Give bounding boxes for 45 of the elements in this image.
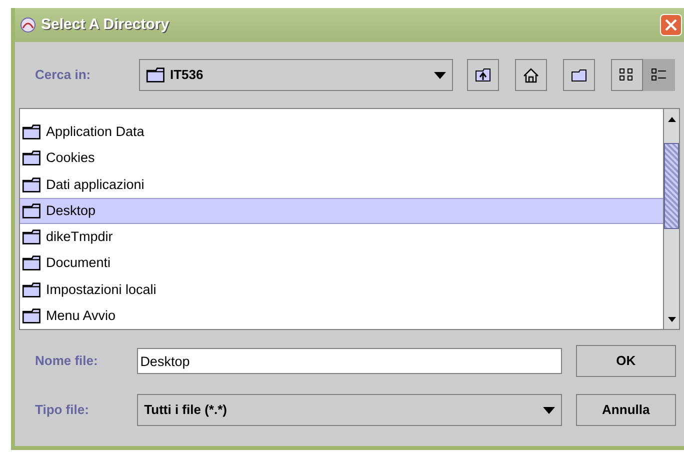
- scrollbar[interactable]: [663, 109, 679, 329]
- folder-icon: [146, 67, 166, 83]
- folder-item[interactable]: Impostazioni locali: [20, 276, 663, 303]
- look-in-label: Cerca in:: [35, 66, 92, 84]
- close-icon: [665, 19, 677, 31]
- cancel-button[interactable]: Annulla: [576, 394, 676, 426]
- folder-item[interactable]: Menu Avvio: [20, 302, 663, 329]
- folder-icon: [22, 255, 42, 272]
- file-name-label: Nome file:: [35, 352, 99, 370]
- folder-icon: [22, 176, 42, 193]
- folder-icon: [571, 68, 587, 82]
- folder-up-icon: [475, 68, 491, 82]
- folder-icon: [22, 308, 42, 324]
- scroll-thumb[interactable]: [664, 143, 679, 229]
- window-title: Select A Directory: [41, 14, 170, 35]
- dropdown-arrow-icon: [542, 406, 555, 414]
- folder-icon: [22, 282, 42, 298]
- look-in-dropdown[interactable]: IT536: [139, 59, 453, 91]
- toolbar-button[interactable]: [467, 59, 499, 91]
- folder-item[interactable]: Desktop: [20, 198, 663, 224]
- folder-item[interactable]: Application Data: [20, 119, 663, 146]
- folder-icon: [22, 124, 42, 140]
- ok-button[interactable]: OK: [576, 345, 676, 377]
- details-view-icon: [651, 68, 667, 82]
- scroll-up-icon[interactable]: [668, 116, 676, 122]
- folder-item[interactable]: dikeTmpdir: [20, 224, 663, 250]
- toolbar-button[interactable]: [563, 59, 595, 91]
- folder-item[interactable]: Dati applicazioni: [20, 172, 663, 198]
- folder-icon: [22, 229, 42, 246]
- folder-icon: [22, 150, 42, 166]
- folder-item[interactable]: Cookies: [20, 145, 663, 172]
- file-name-field[interactable]: Desktop: [137, 348, 562, 374]
- scroll-down-icon[interactable]: [668, 316, 676, 322]
- close-button[interactable]: [660, 14, 682, 36]
- toolbar-button[interactable]: [643, 59, 675, 91]
- file-type-dropdown[interactable]: Tutti i file (*.*): [137, 394, 562, 426]
- list-view-icon: [619, 68, 635, 82]
- folder-icon: [22, 202, 42, 219]
- app-icon: [19, 16, 37, 34]
- folder-item[interactable]: Documenti: [20, 250, 663, 276]
- home-icon: [523, 68, 539, 82]
- file-type-label: Tipo file:: [35, 401, 90, 420]
- dropdown-arrow-icon: [434, 72, 446, 78]
- toolbar-button[interactable]: [611, 59, 643, 91]
- toolbar-button[interactable]: [515, 59, 547, 91]
